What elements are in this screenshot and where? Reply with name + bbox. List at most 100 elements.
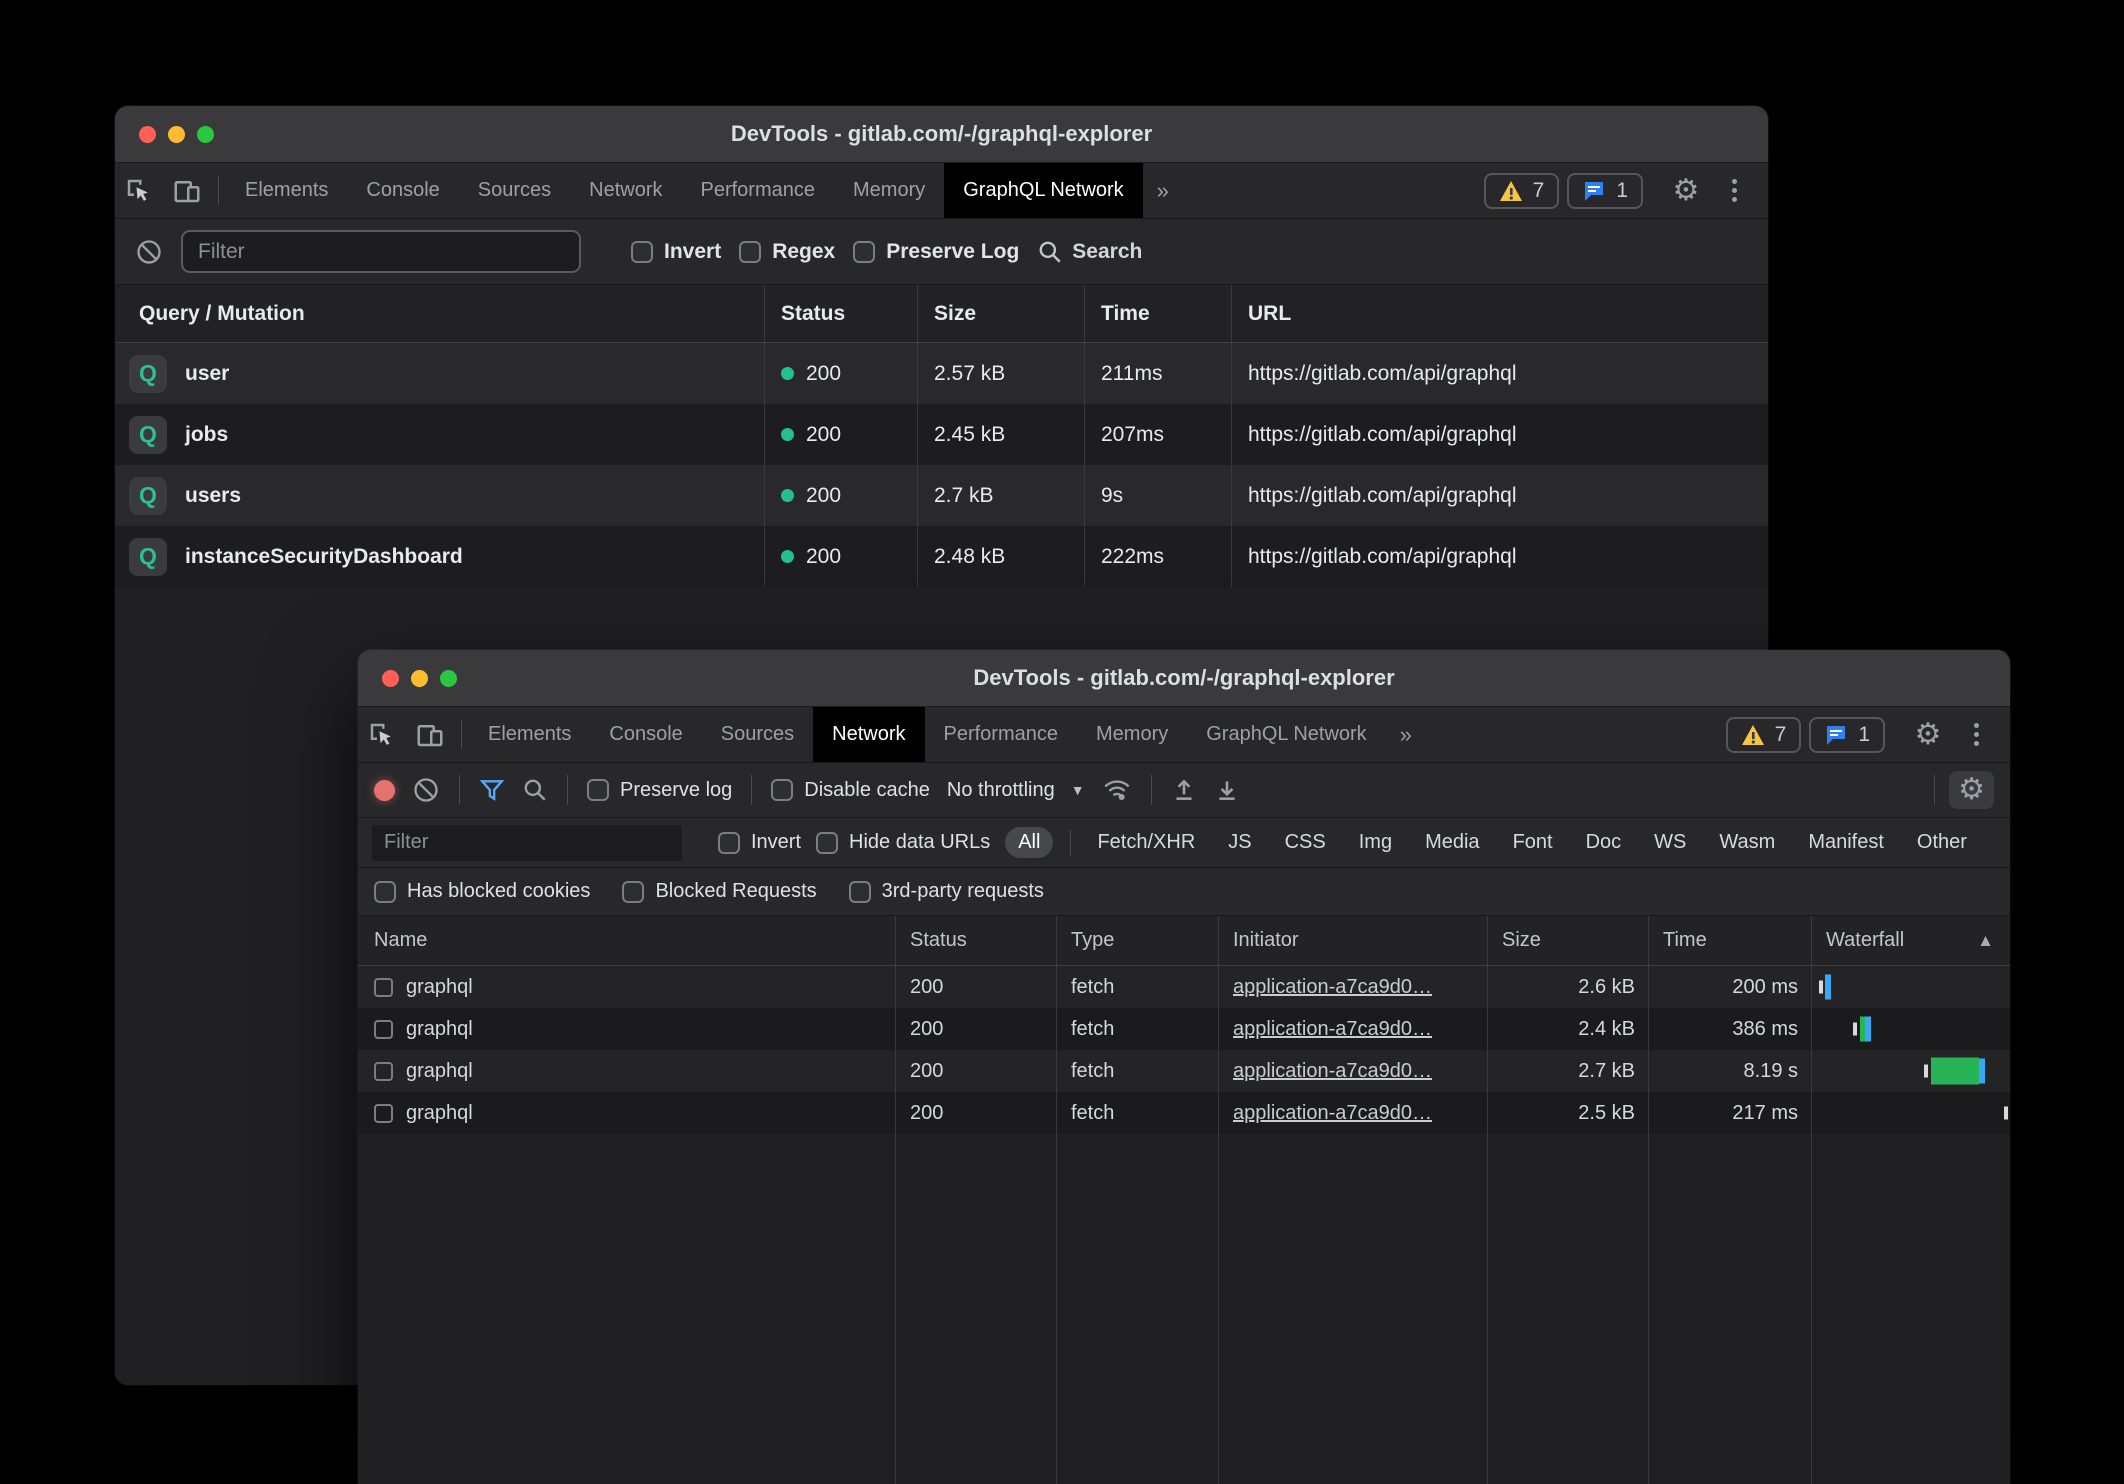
table-row[interactable]: Quser 200 2.57 kB 211ms https://gitlab.c… [115, 343, 1768, 404]
table-row[interactable]: graphql 200 fetch application-a7ca9d0… 2… [358, 966, 2010, 1008]
close-window-button[interactable] [382, 670, 399, 687]
invert-checkbox[interactable] [718, 832, 740, 854]
row-checkbox[interactable] [374, 978, 393, 997]
tab-graphql-network[interactable]: GraphQL Network [944, 163, 1142, 218]
initiator-link[interactable]: application-a7ca9d0… [1233, 976, 1432, 999]
type-filter-img[interactable]: Img [1350, 827, 1401, 858]
warnings-badge[interactable]: 7 [1484, 173, 1560, 209]
row-checkbox[interactable] [374, 1062, 393, 1081]
network-conditions-icon[interactable] [1102, 776, 1132, 804]
column-header-type[interactable]: Type [1056, 916, 1218, 965]
search-control[interactable]: Search [1037, 239, 1142, 265]
minimize-window-button[interactable] [168, 126, 185, 143]
filter-funnel-icon[interactable] [479, 777, 505, 803]
initiator-link[interactable]: application-a7ca9d0… [1233, 1102, 1432, 1125]
tab-network[interactable]: Network [813, 707, 924, 762]
type-filter-fetch-xhr[interactable]: Fetch/XHR [1088, 827, 1204, 858]
type-filter-ws[interactable]: WS [1645, 827, 1695, 858]
throttling-dropdown[interactable]: No throttling ▼ [947, 779, 1085, 802]
panel-settings-gear-icon[interactable]: ⚙ [1949, 771, 1994, 809]
third-party-requests-option: 3rd-party requests [849, 880, 1044, 903]
tab-memory[interactable]: Memory [1077, 707, 1187, 762]
more-tabs-icon[interactable]: » [1143, 163, 1183, 218]
blocked-requests-checkbox[interactable] [622, 881, 644, 903]
table-row[interactable]: graphql 200 fetch application-a7ca9d0… 2… [358, 1008, 2010, 1050]
zoom-window-button[interactable] [197, 126, 214, 143]
type-filter-font[interactable]: Font [1504, 827, 1562, 858]
table-row[interactable]: Qjobs 200 2.45 kB 207ms https://gitlab.c… [115, 404, 1768, 465]
column-header-time[interactable]: Time [1084, 285, 1231, 342]
device-toolbar-icon[interactable] [163, 163, 211, 218]
status-value: 200 [895, 1008, 1056, 1050]
export-har-icon[interactable] [1214, 777, 1240, 803]
column-header-waterfall[interactable]: Waterfall ▲ [1811, 916, 2010, 965]
device-toolbar-icon[interactable] [406, 707, 454, 762]
initiator-link[interactable]: application-a7ca9d0… [1233, 1018, 1432, 1041]
column-header-time[interactable]: Time [1648, 916, 1811, 965]
column-header-size[interactable]: Size [1487, 916, 1648, 965]
table-row[interactable]: QinstanceSecurityDashboard 200 2.48 kB 2… [115, 526, 1768, 587]
third-party-requests-checkbox[interactable] [849, 881, 871, 903]
settings-gear-icon[interactable]: ⚙ [1662, 176, 1710, 206]
column-header-query-mutation[interactable]: Query / Mutation [115, 285, 764, 342]
column-header-name[interactable]: Name [358, 916, 895, 965]
initiator-link[interactable]: application-a7ca9d0… [1233, 1060, 1432, 1083]
warnings-badge[interactable]: 7 [1726, 717, 1802, 753]
type-filter-media[interactable]: Media [1416, 827, 1488, 858]
tab-console[interactable]: Console [590, 707, 701, 762]
settings-gear-icon[interactable]: ⚙ [1904, 720, 1952, 750]
tab-elements[interactable]: Elements [469, 707, 590, 762]
clear-icon[interactable] [135, 238, 163, 266]
inspect-element-icon[interactable] [358, 707, 406, 762]
search-icon[interactable] [522, 777, 548, 803]
inspect-element-icon[interactable] [115, 163, 163, 218]
preserve-log-checkbox[interactable] [587, 779, 609, 801]
issues-badge[interactable]: 1 [1809, 717, 1885, 753]
column-header-size[interactable]: Size [917, 285, 1084, 342]
issues-badge[interactable]: 1 [1567, 173, 1643, 209]
zoom-window-button[interactable] [440, 670, 457, 687]
tab-elements[interactable]: Elements [226, 163, 347, 218]
close-window-button[interactable] [139, 126, 156, 143]
tab-sources[interactable]: Sources [459, 163, 570, 218]
kebab-menu-icon[interactable] [1710, 179, 1758, 202]
invert-checkbox[interactable] [631, 241, 653, 263]
table-row[interactable]: Qusers 200 2.7 kB 9s https://gitlab.com/… [115, 465, 1768, 526]
clear-icon[interactable] [412, 776, 440, 804]
more-tabs-icon[interactable]: » [1386, 707, 1426, 762]
has-blocked-cookies-checkbox[interactable] [374, 881, 396, 903]
minimize-window-button[interactable] [411, 670, 428, 687]
row-checkbox[interactable] [374, 1020, 393, 1039]
kebab-menu-icon[interactable] [1952, 723, 2000, 746]
type-filter-wasm[interactable]: Wasm [1710, 827, 1784, 858]
row-checkbox[interactable] [374, 1104, 393, 1123]
disable-cache-checkbox[interactable] [771, 779, 793, 801]
tab-performance[interactable]: Performance [925, 707, 1078, 762]
type-filter-manifest[interactable]: Manifest [1799, 827, 1893, 858]
type-filter-all[interactable]: All [1005, 827, 1053, 858]
column-header-initiator[interactable]: Initiator [1218, 916, 1487, 965]
import-har-icon[interactable] [1171, 777, 1197, 803]
regex-checkbox[interactable] [739, 241, 761, 263]
tab-performance[interactable]: Performance [682, 163, 835, 218]
table-row[interactable]: graphql 200 fetch application-a7ca9d0… 2… [358, 1050, 2010, 1092]
record-button[interactable] [374, 780, 395, 801]
tab-memory[interactable]: Memory [834, 163, 944, 218]
type-filter-other[interactable]: Other [1908, 827, 1976, 858]
tab-console[interactable]: Console [347, 163, 458, 218]
type-filter-css[interactable]: CSS [1276, 827, 1335, 858]
column-header-url[interactable]: URL [1231, 285, 1768, 342]
tab-graphql-network[interactable]: GraphQL Network [1187, 707, 1385, 762]
tab-network[interactable]: Network [570, 163, 681, 218]
column-header-status[interactable]: Status [895, 916, 1056, 965]
hide-data-urls-checkbox[interactable] [816, 832, 838, 854]
table-row[interactable]: graphql 200 fetch application-a7ca9d0… 2… [358, 1092, 2010, 1134]
filter-input[interactable] [372, 825, 682, 861]
preserve-log-checkbox[interactable] [853, 241, 875, 263]
filter-input[interactable] [181, 230, 581, 273]
type-filter-js[interactable]: JS [1219, 827, 1260, 858]
preserve-log-option: Preserve log [587, 779, 732, 802]
tab-sources[interactable]: Sources [702, 707, 813, 762]
column-header-status[interactable]: Status [764, 285, 917, 342]
type-filter-doc[interactable]: Doc [1577, 827, 1631, 858]
